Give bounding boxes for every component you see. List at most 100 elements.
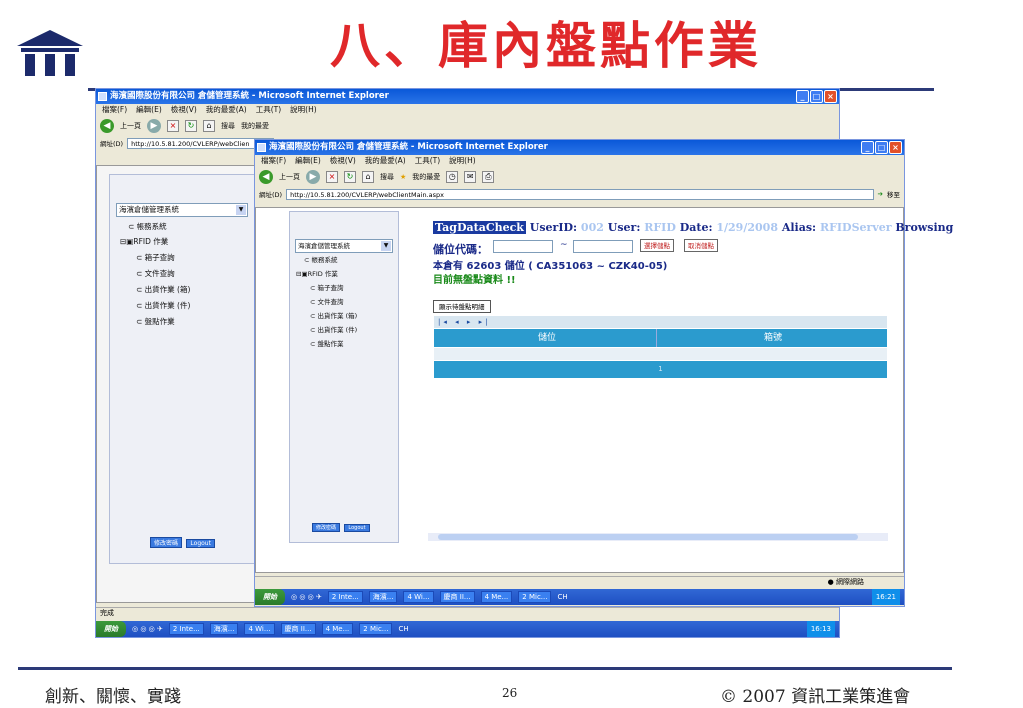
front-system-dropdown[interactable]: 海濱倉儲管理系統 ▼ — [295, 239, 393, 253]
tray-lang[interactable]: CH — [557, 593, 567, 601]
page-name: TagDataCheck — [433, 221, 526, 234]
close-icon[interactable]: × — [824, 90, 837, 103]
back-arrow-icon[interactable]: ◀ — [259, 170, 273, 184]
minimize-icon[interactable]: _ — [796, 90, 809, 103]
go-label[interactable]: 移至 — [887, 189, 904, 199]
menu-edit[interactable]: 編輯(E) — [136, 104, 162, 116]
front-address-input[interactable]: http://10.5.81.200/CVLERP/webClientMain.… — [286, 188, 874, 200]
front-tree-item-ship-box[interactable]: ⊂ 出貨作業 (箱) — [310, 310, 357, 320]
go-arrow-icon[interactable]: ➔ — [878, 190, 883, 198]
front-tree-item-rfid[interactable]: ⊟▣RFID 作業 — [296, 268, 338, 278]
task-item-haibin[interactable]: 海濱... — [209, 623, 239, 635]
back-arrow-icon[interactable]: ◀ — [100, 119, 114, 133]
back-button-label[interactable]: 上一頁 — [120, 121, 141, 131]
menu-file[interactable]: 檔案(F) — [102, 104, 127, 116]
search-label[interactable]: 搜尋 — [221, 121, 235, 131]
grid-pager[interactable]: |◂ ◂ ▸ ▸| — [434, 316, 887, 328]
menu-tools[interactable]: 工具(T) — [256, 104, 281, 116]
home-icon[interactable]: ⌂ — [362, 171, 374, 183]
menu-tools[interactable]: 工具(T) — [415, 155, 440, 167]
location-from-input[interactable] — [493, 240, 553, 253]
back-taskbar: 開始 ◎ ◎ ◎ ✈ 2 Inte... 海濱... 4 Wi... 慶商 II… — [96, 621, 839, 637]
front-tree-item-inventory[interactable]: ⊂ 盤點作業 — [310, 338, 344, 348]
front-tree-item-doc-query[interactable]: ⊂ 文件查詢 — [310, 296, 344, 306]
menu-favorites[interactable]: 我的最愛(A) — [365, 155, 406, 167]
refresh-icon[interactable]: ↻ — [344, 171, 356, 183]
forward-arrow-icon[interactable]: ▶ — [147, 119, 161, 133]
start-button[interactable]: 開始 — [96, 621, 126, 637]
task-item-ie[interactable]: 2 Inte... — [168, 623, 204, 635]
back-tree-item-doc-query[interactable]: ⊂ 文件查詢 — [136, 268, 175, 279]
maximize-icon[interactable]: □ — [810, 90, 823, 103]
grid-page-footer: 1 — [434, 361, 887, 378]
maximize-icon[interactable]: □ — [875, 141, 888, 154]
select-location-button[interactable]: 選擇儲點 — [640, 239, 674, 252]
refresh-icon[interactable]: ↻ — [185, 120, 197, 132]
search-label[interactable]: 搜尋 — [380, 172, 394, 182]
minimize-icon[interactable]: _ — [861, 141, 874, 154]
front-window-titlebar[interactable]: 海濱國際股份有限公司 倉儲管理系統 - Microsoft Internet E… — [255, 140, 904, 155]
quicklaunch-icons: ◎ ◎ ◎ ✈ — [291, 593, 322, 601]
menu-favorites[interactable]: 我的最愛(A) — [206, 104, 247, 116]
location-separator: ~ — [560, 240, 568, 250]
logout-button[interactable]: Logout — [344, 524, 370, 532]
favorites-label[interactable]: 我的最愛 — [412, 172, 440, 182]
print-icon[interactable]: ⎙ — [482, 171, 495, 183]
grid-page-number[interactable]: 1 — [658, 365, 662, 373]
logout-button[interactable]: Logout — [186, 539, 215, 548]
tray-lang[interactable]: CH — [398, 625, 408, 633]
home-icon[interactable]: ⌂ — [203, 120, 215, 132]
horizontal-scrollbar[interactable] — [428, 533, 888, 541]
front-tree-item-accounting[interactable]: ⊂ 帳務系統 — [304, 254, 338, 264]
col-location[interactable]: 儲位 — [538, 329, 556, 347]
mail-icon[interactable]: ✉ — [464, 171, 477, 183]
history-icon[interactable]: ◷ — [446, 171, 459, 183]
slide-title: 八、庫內盤點作業 — [330, 16, 762, 75]
menu-file[interactable]: 檔案(F) — [261, 155, 286, 167]
task-item-office[interactable]: 2 Mic... — [359, 623, 393, 635]
menu-view[interactable]: 檢視(V) — [330, 155, 356, 167]
menu-help[interactable]: 說明(H) — [290, 104, 317, 116]
show-pending-detail-button[interactable]: 顯示待盤點明細 — [433, 300, 491, 313]
star-icon: ★ — [400, 173, 407, 181]
stop-icon[interactable]: × — [326, 171, 338, 183]
task-item-haibin[interactable]: 海濱... — [368, 591, 398, 603]
stop-icon[interactable]: × — [167, 120, 179, 132]
footer-motto: 創新、關懷、實踐 — [45, 687, 181, 707]
menu-edit[interactable]: 編輯(E) — [295, 155, 321, 167]
task-item-windows[interactable]: 4 Wi... — [403, 591, 434, 603]
back-window-titlebar[interactable]: 海濱國際股份有限公司 倉儲管理系統 - Microsoft Internet E… — [96, 89, 839, 104]
favorites-label[interactable]: 我的最愛 — [241, 121, 269, 131]
task-item-messenger[interactable]: 4 Me... — [321, 623, 354, 635]
back-tree-item-ship-piece[interactable]: ⊂ 出貨作業 (件) — [136, 300, 190, 311]
back-tree-item-box-query[interactable]: ⊂ 箱子查詢 — [136, 252, 175, 263]
back-address-bar: 網址(D) http://10.5.81.200/CVLERP/webClien — [96, 136, 274, 150]
close-icon[interactable]: × — [889, 141, 902, 154]
task-item-office[interactable]: 2 Mic... — [518, 591, 552, 603]
scroll-thumb[interactable] — [438, 534, 858, 540]
forward-arrow-icon[interactable]: ▶ — [306, 170, 320, 184]
start-button[interactable]: 開始 — [255, 589, 285, 605]
back-button-label[interactable]: 上一頁 — [279, 172, 300, 182]
chevron-down-icon: ▼ — [236, 205, 246, 215]
front-tree-item-box-query[interactable]: ⊂ 箱子查詢 — [310, 282, 344, 292]
back-tree-item-accounting[interactable]: ⊂ 帳務系統 — [128, 221, 167, 232]
back-tree-item-ship-box[interactable]: ⊂ 出貨作業 (箱) — [136, 284, 190, 295]
change-password-button[interactable]: 修改密碼 — [312, 523, 341, 532]
change-password-button[interactable]: 修改密碼 — [150, 537, 183, 548]
cancel-location-button[interactable]: 取消儲點 — [684, 239, 718, 252]
task-item-app[interactable]: 慶商 II... — [439, 591, 475, 603]
task-item-windows[interactable]: 4 Wi... — [244, 623, 275, 635]
task-item-ie[interactable]: 2 Inte... — [327, 591, 363, 603]
back-tree-item-inventory[interactable]: ⊂ 盤點作業 — [136, 316, 175, 327]
task-item-app[interactable]: 慶商 II... — [280, 623, 316, 635]
menu-help[interactable]: 說明(H) — [449, 155, 476, 167]
back-system-dropdown[interactable]: 海濱倉儲管理系統 ▼ — [116, 203, 248, 217]
location-to-input[interactable] — [573, 240, 633, 253]
front-tree-item-ship-piece[interactable]: ⊂ 出貨作業 (件) — [310, 324, 357, 334]
col-box-no[interactable]: 箱號 — [764, 329, 782, 347]
back-address-input[interactable]: http://10.5.81.200/CVLERP/webClien — [127, 137, 274, 149]
task-item-messenger[interactable]: 4 Me... — [480, 591, 513, 603]
back-tree-item-rfid[interactable]: ⊟▣RFID 作業 — [120, 236, 168, 247]
menu-view[interactable]: 檢視(V) — [171, 104, 197, 116]
